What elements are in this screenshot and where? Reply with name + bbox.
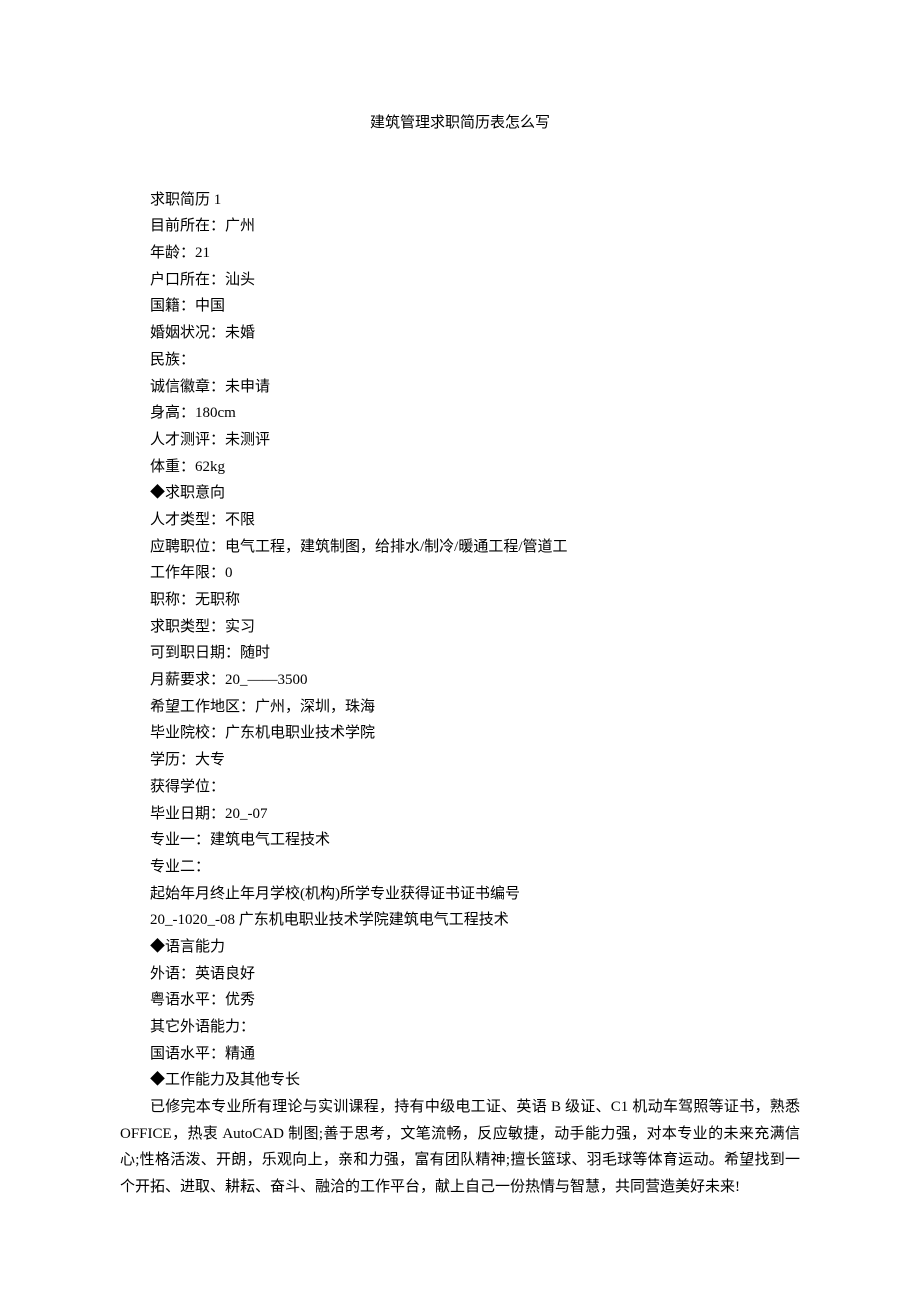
document-title: 建筑管理求职简历表怎么写 xyxy=(120,110,800,137)
resume-line: 学历：大专 xyxy=(120,747,800,774)
resume-line: 民族： xyxy=(120,347,800,374)
resume-line: 诚信徽章：未申请 xyxy=(120,374,800,401)
resume-line: 目前所在：广州 xyxy=(120,213,800,240)
document-page: 建筑管理求职简历表怎么写 求职简历 1目前所在：广州年龄：21户口所在：汕头国籍… xyxy=(0,0,920,1261)
ability-paragraph: 已修完本专业所有理论与实训课程，持有中级电工证、英语 B 级证、C1 机动车驾照… xyxy=(120,1094,800,1201)
resume-line: 人才类型：不限 xyxy=(120,507,800,534)
resume-line: 求职简历 1 xyxy=(120,187,800,214)
resume-line: 月薪要求：20_——3500 xyxy=(120,667,800,694)
resume-line: 可到职日期：随时 xyxy=(120,640,800,667)
resume-line: 专业一：建筑电气工程技术 xyxy=(120,827,800,854)
resume-line: 外语：英语良好 xyxy=(120,961,800,988)
resume-line: 人才测评：未测评 xyxy=(120,427,800,454)
resume-line: 国语水平：精通 xyxy=(120,1041,800,1068)
resume-line: 职称：无职称 xyxy=(120,587,800,614)
resume-line: 希望工作地区：广州，深圳，珠海 xyxy=(120,694,800,721)
resume-line: 应聘职位：电气工程，建筑制图，给排水/制冷/暖通工程/管道工 xyxy=(120,534,800,561)
resume-line: 毕业院校：广东机电职业技术学院 xyxy=(120,720,800,747)
resume-line: 其它外语能力： xyxy=(120,1014,800,1041)
resume-line: 身高：180cm xyxy=(120,400,800,427)
resume-line: 获得学位： xyxy=(120,774,800,801)
resume-line: 20_-1020_-08 广东机电职业技术学院建筑电气工程技术 xyxy=(120,907,800,934)
resume-line: 国籍：中国 xyxy=(120,293,800,320)
resume-line: ◆语言能力 xyxy=(120,934,800,961)
resume-line: 户口所在：汕头 xyxy=(120,267,800,294)
resume-line: 婚姻状况：未婚 xyxy=(120,320,800,347)
resume-line: 粤语水平：优秀 xyxy=(120,987,800,1014)
resume-line: 求职类型：实习 xyxy=(120,614,800,641)
resume-line: 年龄：21 xyxy=(120,240,800,267)
resume-line: ◆求职意向 xyxy=(120,480,800,507)
resume-line: 体重：62kg xyxy=(120,454,800,481)
resume-line: 专业二： xyxy=(120,854,800,881)
resume-line: 毕业日期：20_-07 xyxy=(120,801,800,828)
resume-line: 起始年月终止年月学校(机构)所学专业获得证书证书编号 xyxy=(120,881,800,908)
lines-container: 求职简历 1目前所在：广州年龄：21户口所在：汕头国籍：中国婚姻状况：未婚民族：… xyxy=(120,187,800,1094)
resume-line: 工作年限：0 xyxy=(120,560,800,587)
resume-line: ◆工作能力及其他专长 xyxy=(120,1067,800,1094)
